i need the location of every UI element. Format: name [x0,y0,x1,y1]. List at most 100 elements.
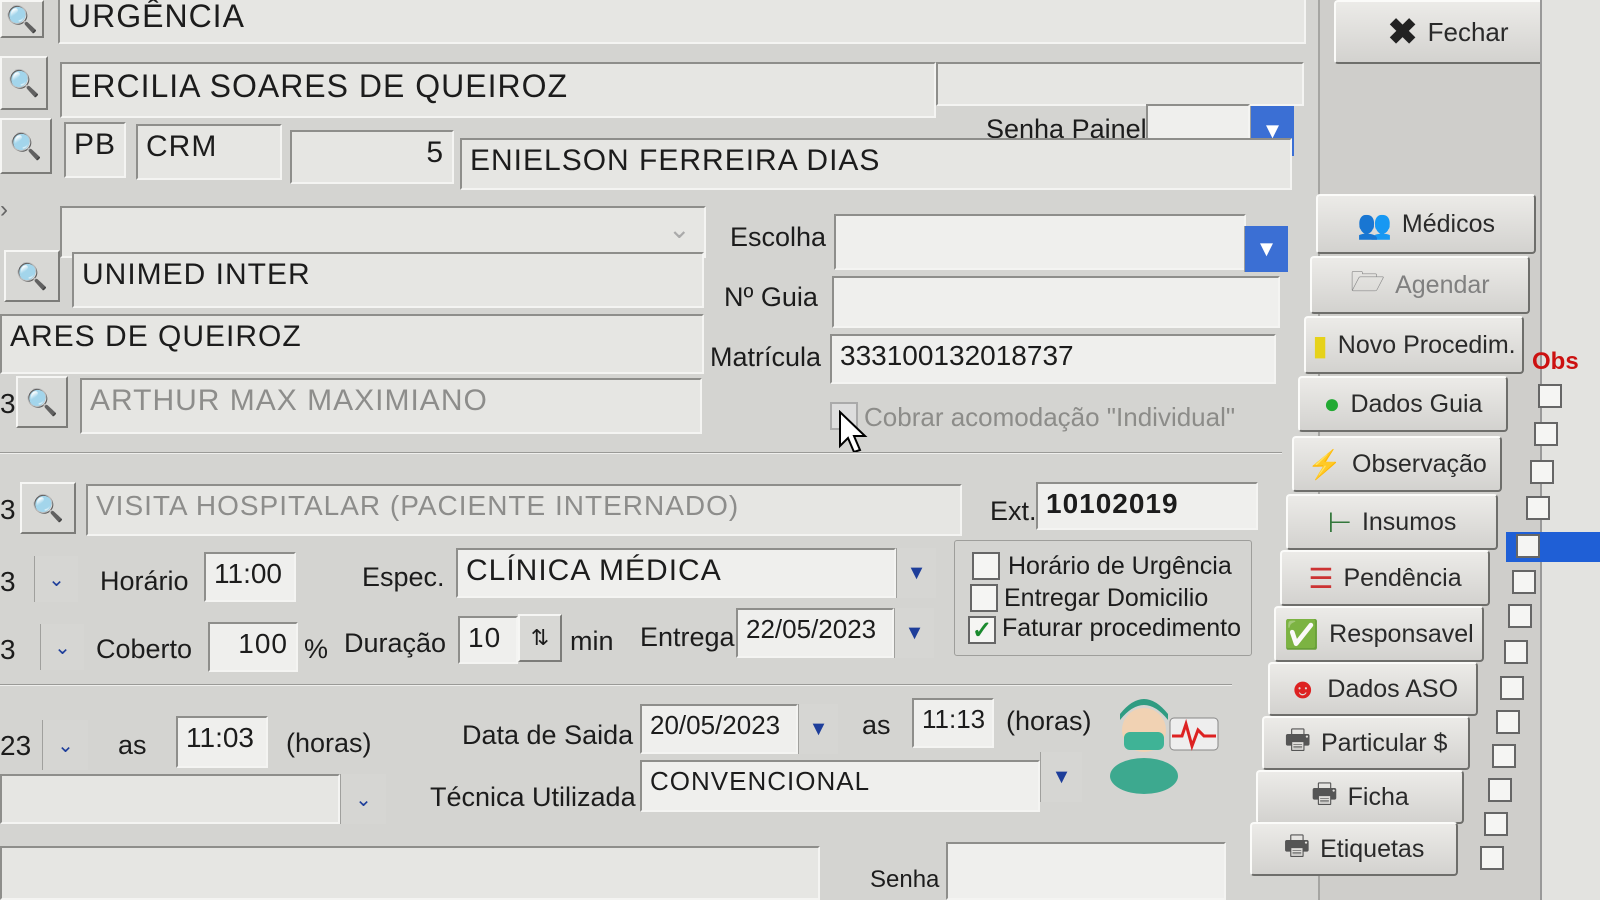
medicos-label: Médicos [1401,209,1495,238]
grid-row-checkbox[interactable] [1480,846,1504,870]
doctor-name-field[interactable]: ENIELSON FERREIRA DIAS [460,138,1292,190]
unnamed-select[interactable] [60,206,706,258]
left-date-dropdown-2[interactable]: ⌄ [40,624,84,670]
entrega-date-field[interactable]: 22/05/2023 [736,608,894,658]
select-chevron: ⌄ [668,214,691,244]
tecnica-dropdown[interactable]: ▼ [1040,752,1082,802]
saida-unit-label: (horas) [1006,706,1092,736]
entrada-time-field[interactable]: 11:03 [176,716,268,768]
matricula-label: Matrícula [710,342,822,372]
grid-row-checkbox[interactable] [1526,496,1550,520]
magnifier-icon: 🔍 [25,386,59,417]
grid-row-checkbox[interactable] [1530,460,1554,484]
medicos-button[interactable]: 👥 Médicos [1316,194,1536,254]
responsavel-label: Responsavel [1329,619,1474,648]
entrega-dropdown[interactable]: ▼ [894,608,934,658]
procedure-field[interactable]: VISITA HOSPITALAR (PACIENTE INTERNADO) [86,484,962,536]
observacao-button[interactable]: ⚡ Observação [1292,436,1502,492]
entregar-domicilio-checkbox[interactable] [970,584,998,612]
saida-date-dropdown[interactable]: ▼ [798,704,838,754]
entrega-label: Entrega [640,622,735,652]
saida-date-field[interactable]: 20/05/2023 [640,704,798,754]
left-date-dropdown[interactable]: ⌄ [34,556,78,602]
saida-as-label: as [862,710,891,740]
dados-aso-button[interactable]: ☻ Dados ASO [1268,662,1478,716]
etiquetas-button[interactable]: 🖶 Etiquetas [1250,822,1458,876]
grid-row-checkbox[interactable] [1538,384,1562,408]
duracao-label: Duração [344,628,447,658]
ficha-button[interactable]: 🖶 Ficha [1256,770,1464,824]
coberto-field[interactable]: 100 [208,622,298,672]
particular-button[interactable]: 🖶 Particular $ [1262,716,1470,770]
cobrar-acomodacao-label: Cobrar acomodação "Individual" [864,402,1236,432]
escolha-select[interactable] [834,214,1246,270]
grid-row-checkbox[interactable] [1496,710,1520,734]
bottom-field[interactable] [0,846,820,900]
duracao-spinner[interactable]: ⇅ [518,614,562,662]
doctors-icon: 👥 [1357,208,1392,240]
escolha-dropdown[interactable]: ▼ [1244,226,1288,272]
row-expand-arrow[interactable]: › [0,196,8,224]
escolha-label: Escolha [730,222,827,252]
senha-bottom-field[interactable] [946,842,1226,900]
patient-name-field[interactable]: ERCILIA SOARES DE QUEIROZ [60,62,936,118]
espec-select[interactable]: CLÍNICA MÉDICA [456,548,896,598]
pendencia-button[interactable]: ☰ Pendência [1280,550,1490,606]
ext-label: Ext. [990,496,1037,526]
check-icon: ✅ [1284,618,1320,650]
duracao-unit: min [570,626,614,656]
horario-urgencia-checkbox[interactable] [972,552,1000,580]
entrada-date-dropdown[interactable]: ⌄ [42,720,88,770]
lightning-icon: ⚡ [1307,448,1343,480]
magnifier-icon: 🔍 [5,3,39,34]
grid-row-checkbox[interactable] [1488,778,1512,802]
guia-field[interactable] [832,276,1280,328]
doctor-number-field[interactable]: 5 [290,130,454,184]
search-patient-button[interactable]: 🔍 [0,56,48,110]
dados-guia-button[interactable]: ● Dados Guia [1298,376,1508,432]
agendar-button[interactable]: 🗁 Agendar [1310,256,1530,314]
insurer-field[interactable]: UNIMED INTER [72,252,704,308]
left-select-field[interactable] [0,774,340,824]
duracao-field[interactable]: 10 [458,616,518,664]
patient-extra-field[interactable] [936,62,1304,106]
holder-field[interactable]: ARES DE QUEIROZ [0,314,704,374]
grid-row-checkbox[interactable] [1516,534,1540,558]
chevron-down-icon: ⌄ [355,788,372,811]
espec-dropdown[interactable]: ▼ [896,548,936,598]
horario-label: Horário [100,566,189,596]
saida-time-field[interactable]: 11:13 [912,698,994,748]
search-procedure-button[interactable]: 🔍 [20,482,76,534]
doctor-council-field[interactable]: CRM [136,124,282,180]
grid-row-checkbox[interactable] [1508,604,1532,628]
left-select-dropdown[interactable]: ⌄ [340,774,386,824]
search-doctor-button[interactable]: 🔍 [0,118,52,174]
close-button[interactable]: ✖ Fechar [1334,0,1562,64]
grid-row-checkbox[interactable] [1484,812,1508,836]
printer-icon: 🖶 [1284,724,1311,755]
folder-icon: 🗁 [1350,266,1386,297]
close-icon: ✖ [1387,11,1418,52]
syringe-icon: ⊢ [1327,506,1352,538]
grid-row-checkbox[interactable] [1492,744,1516,768]
horario-field[interactable]: 11:00 [204,552,296,602]
grid-row-checkbox[interactable] [1512,570,1536,594]
novo-procedim-button[interactable]: ▮ Novo Procedim. [1304,316,1524,374]
insumos-button[interactable]: ⊢ Insumos [1286,494,1498,550]
sector-field[interactable]: URGÊNCIA [58,0,1306,44]
entregar-domicilio-label: Entregar Domicilio [1004,584,1209,612]
tecnica-select[interactable]: CONVENCIONAL [640,760,1040,812]
search-requester-button[interactable]: 🔍 [16,376,68,428]
responsavel-button[interactable]: ✅ Responsavel [1274,606,1484,662]
grid-row-checkbox[interactable] [1500,676,1524,700]
search-insurer-button[interactable]: 🔍 [4,250,60,302]
grid-row-checkbox[interactable] [1504,640,1528,664]
search-sector-button[interactable]: 🔍 [0,0,44,38]
matricula-field[interactable]: 333100132018737 [830,334,1276,384]
ext-field[interactable]: 10102019 [1036,482,1258,530]
faturar-procedimento-checkbox[interactable]: ✓ [968,616,996,644]
requester-field[interactable]: ARTHUR MAX MAXIMIANO [80,378,702,434]
doctor-uf-field[interactable]: PB [64,122,126,178]
chevron-down-icon: ▼ [1051,765,1072,788]
grid-row-checkbox[interactable] [1534,422,1558,446]
